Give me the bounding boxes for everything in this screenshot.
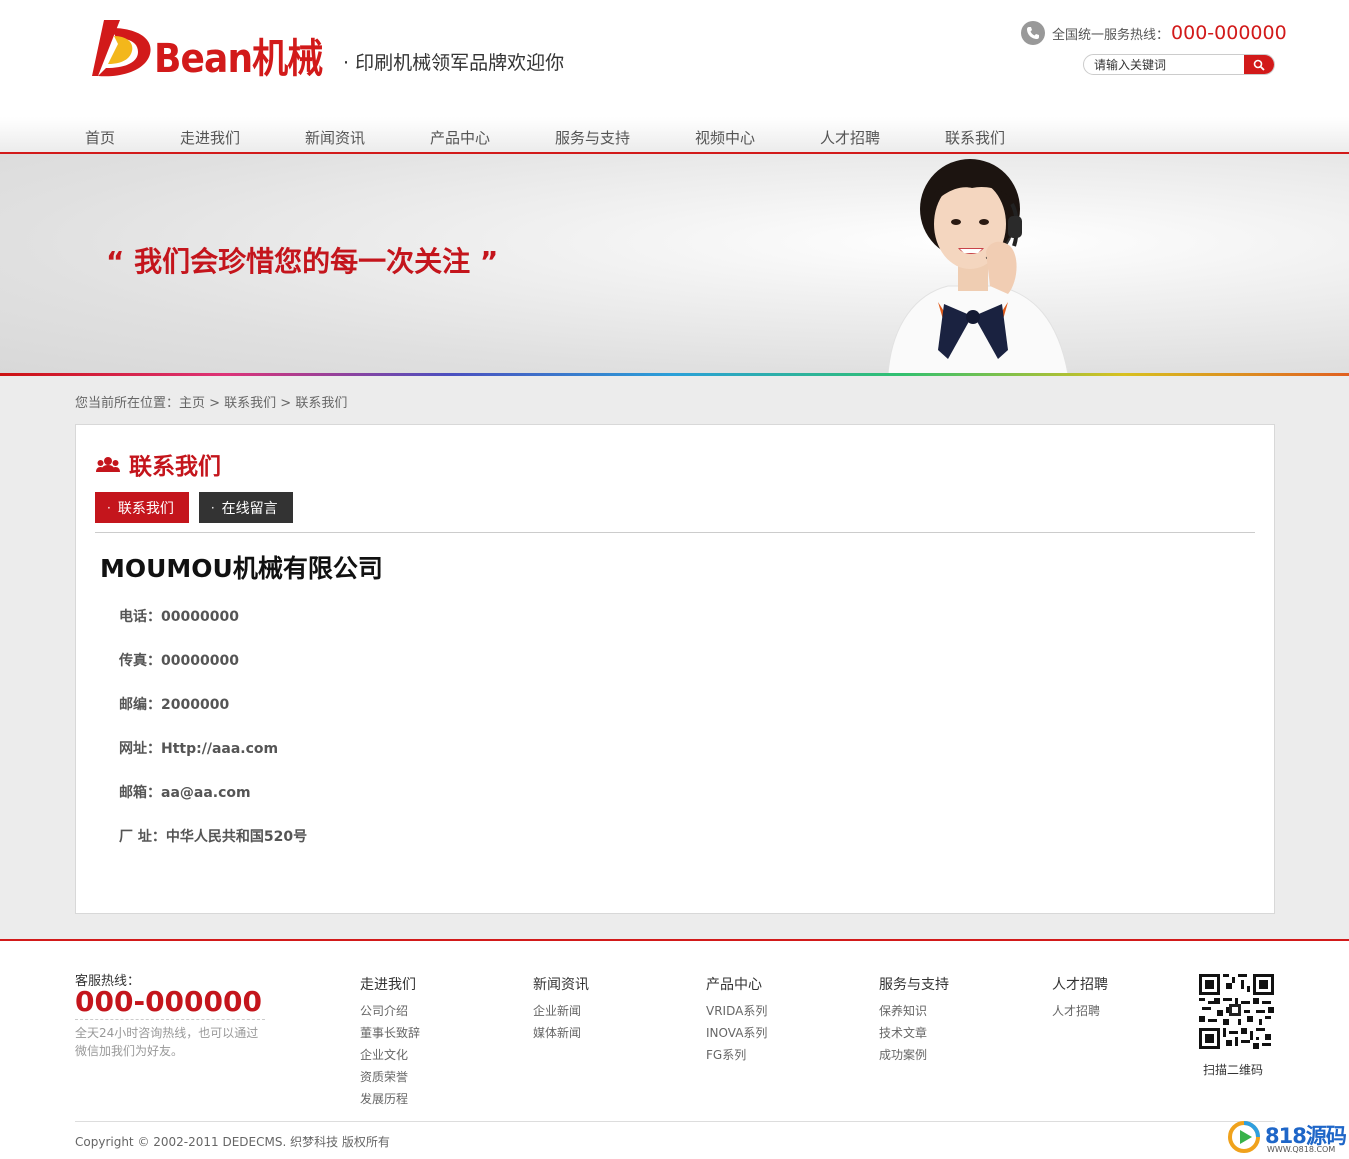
info-phone: 电话：00000000 bbox=[119, 609, 239, 625]
logo-mark-icon bbox=[92, 20, 151, 77]
info-email: 邮箱：aa@aa.com bbox=[119, 785, 251, 801]
content-divider bbox=[95, 532, 1255, 533]
nav-item-news[interactable]: 新闻资讯 bbox=[305, 127, 365, 148]
hotline-label: 全国统一服务热线： bbox=[1052, 27, 1170, 43]
bullet-icon: · bbox=[107, 500, 111, 515]
section-title: 联系我们 bbox=[96, 447, 221, 481]
qr-label: 扫描二维码 bbox=[1203, 1063, 1264, 1077]
footer-link[interactable]: 人才招聘 bbox=[1052, 1000, 1108, 1022]
footer-link[interactable]: 技术文章 bbox=[879, 1022, 949, 1044]
footer-link[interactable]: 成功案例 bbox=[879, 1044, 949, 1066]
hotline-number: 000-000000 bbox=[1171, 22, 1287, 44]
nav-item-about[interactable]: 走进我们 bbox=[180, 127, 240, 148]
footer-link[interactable]: VRIDA系列 bbox=[706, 1000, 767, 1022]
footer-link[interactable]: 保养知识 bbox=[879, 1000, 949, 1022]
nav-item-contact[interactable]: 联系我们 bbox=[945, 127, 1005, 148]
footer-link[interactable]: 公司介绍 bbox=[360, 1000, 420, 1022]
footer-column-title[interactable]: 新闻资讯 bbox=[533, 974, 589, 994]
site-header: Bean机械 · 印刷机械领军品牌欢迎你 全国统一服务热线： 000-00000… bbox=[0, 0, 1349, 117]
footer-hotline-note: 全天24小时咨询热线，也可以通过微信加我们为好友。 bbox=[75, 1026, 259, 1058]
footer-link[interactable]: 发展历程 bbox=[360, 1088, 420, 1110]
footer-link[interactable]: FG系列 bbox=[706, 1044, 767, 1066]
banner-divider bbox=[0, 373, 1349, 376]
footer-column-about: 走进我们 公司介绍 董事长致辞 企业文化 资质荣誉 发展历程 bbox=[360, 974, 420, 1110]
watermark-subtext: WWW.Q818.COM bbox=[1267, 1145, 1336, 1154]
nav-item-home[interactable]: 首页 bbox=[85, 127, 115, 148]
site-logo[interactable]: Bean机械 bbox=[92, 18, 342, 84]
banner-text: “ 我们会珍惜您的每一次关注 ” bbox=[106, 245, 499, 278]
banner: “ 我们会珍惜您的每一次关注 ” bbox=[0, 154, 1349, 374]
search-button[interactable] bbox=[1244, 55, 1274, 74]
main-nav: 首页 走进我们 新闻资讯 产品中心 服务与支持 视频中心 人才招聘 联系我们 bbox=[0, 117, 1349, 154]
breadcrumb: 您当前所在位置：主页 > 联系我们 > 联系我们 bbox=[75, 396, 348, 411]
search-box bbox=[1083, 54, 1275, 75]
footer-link[interactable]: INOVA系列 bbox=[706, 1022, 767, 1044]
copyright: Copyright © 2002-2011 DEDECMS. 织梦科技 版权所有 bbox=[75, 1135, 390, 1149]
bullet-icon: · bbox=[210, 500, 215, 515]
sub-tabs: · 联系我们 · 在线留言 bbox=[95, 492, 303, 523]
footer-column-title[interactable]: 服务与支持 bbox=[879, 974, 949, 994]
footer-hotline-divider bbox=[75, 1019, 265, 1020]
phone-icon bbox=[1021, 21, 1045, 45]
nav-item-video[interactable]: 视频中心 bbox=[695, 127, 755, 148]
users-icon bbox=[96, 457, 120, 472]
site-footer: 客服热线： 000-000000 全天24小时咨询热线，也可以通过微信加我们为好… bbox=[0, 941, 1349, 1159]
footer-link[interactable]: 资质荣誉 bbox=[360, 1066, 420, 1088]
tab-label: 联系我们 bbox=[117, 500, 174, 517]
header-hotline: 全国统一服务热线： 000-000000 bbox=[1021, 20, 1287, 46]
footer-divider bbox=[75, 1121, 1275, 1122]
tab-online-message[interactable]: · 在线留言 bbox=[198, 492, 293, 523]
footer-link[interactable]: 董事长致辞 bbox=[360, 1022, 420, 1044]
nav-item-jobs[interactable]: 人才招聘 bbox=[820, 127, 880, 148]
tab-label: 在线留言 bbox=[221, 500, 278, 517]
play-icon bbox=[1228, 1121, 1260, 1153]
section-title-text: 联系我们 bbox=[129, 454, 221, 480]
footer-column-jobs: 人才招聘 人才招聘 bbox=[1052, 974, 1108, 1022]
footer-column-products: 产品中心 VRIDA系列 INOVA系列 FG系列 bbox=[706, 974, 767, 1066]
company-name: MOUMOU机械有限公司 bbox=[100, 554, 383, 583]
footer-link[interactable]: 企业新闻 bbox=[533, 1000, 589, 1022]
watermark-logo: 818源码 WWW.Q818.COM bbox=[1227, 1120, 1347, 1156]
nav-item-service[interactable]: 服务与支持 bbox=[555, 127, 630, 148]
tab-contact-us[interactable]: · 联系我们 bbox=[95, 492, 189, 523]
footer-column-news: 新闻资讯 企业新闻 媒体新闻 bbox=[533, 974, 589, 1044]
info-fax: 传真：00000000 bbox=[119, 653, 239, 669]
qr-code-icon bbox=[1199, 974, 1274, 1049]
footer-column-title[interactable]: 走进我们 bbox=[360, 974, 420, 994]
footer-link[interactable]: 企业文化 bbox=[360, 1044, 420, 1066]
customer-service-woman-image bbox=[887, 159, 1069, 374]
info-postcode: 邮编：2000000 bbox=[119, 697, 230, 713]
footer-column-title[interactable]: 人才招聘 bbox=[1052, 974, 1108, 994]
footer-column-title[interactable]: 产品中心 bbox=[706, 974, 767, 994]
nav-item-products[interactable]: 产品中心 bbox=[430, 127, 490, 148]
contact-panel: 联系我们 · 联系我们 · 在线留言 MOUMOU机械有限公司 电话：00000… bbox=[75, 424, 1275, 914]
search-icon bbox=[1253, 59, 1265, 71]
footer-column-service: 服务与支持 保养知识 技术文章 成功案例 bbox=[879, 974, 949, 1066]
footer-hotline-number: 000-000000 bbox=[75, 985, 262, 1018]
footer-link[interactable]: 媒体新闻 bbox=[533, 1022, 589, 1044]
logo-text: Bean机械 bbox=[154, 36, 323, 82]
search-input[interactable] bbox=[1094, 57, 1244, 73]
header-slogan: · 印刷机械领军品牌欢迎你 bbox=[343, 52, 565, 74]
info-address: 厂 址：中华人民共和国520号 bbox=[119, 829, 308, 845]
info-website: 网址：Http://aaa.com bbox=[119, 741, 279, 757]
